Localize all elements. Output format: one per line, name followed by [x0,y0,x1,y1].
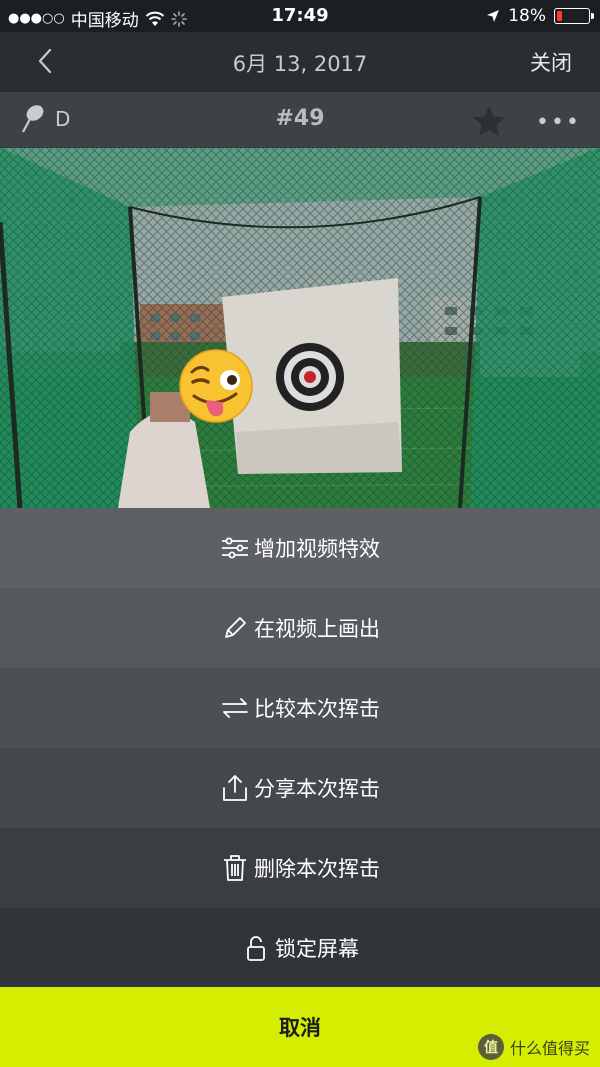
shot-number: #49 [275,106,325,131]
lock-screen-label: 锁定屏幕 [275,937,359,961]
close-button[interactable]: 关闭 [530,47,572,77]
navigation-bar: 6月 13, 2017 关闭 [0,32,600,92]
watermark-badge: 值 [477,1034,504,1060]
add-video-effects-button[interactable]: 增加视频特效 [0,508,600,588]
cancel-label: 取消 [279,1016,321,1040]
delete-swing-label: 删除本次挥击 [254,857,380,881]
pencil-icon [225,617,246,638]
share-swing-label: 分享本次挥击 [254,777,380,801]
compare-swing-button[interactable]: 比较本次挥击 [0,668,600,748]
battery-level [557,11,562,21]
compare-swing-label: 比较本次挥击 [254,697,380,721]
winking-face-emoji-icon [179,349,253,423]
video-info-bar: D #49 ••• [0,92,600,148]
watermark: 值 什么值得买 [477,1034,590,1060]
delete-swing-button[interactable]: 删除本次挥击 [0,828,600,908]
status-bar: ●●●○○ 中国移动 17:49 18% [0,0,600,32]
draw-on-video-button[interactable]: 在视频上画出 [0,588,600,668]
lock-screen-button[interactable]: 锁定屏幕 [0,908,600,988]
unlock-icon [247,936,265,961]
video-frame [0,92,600,508]
swing-video[interactable]: D #49 ••• [0,92,600,508]
battery-percent: 18% [508,6,546,26]
watermark-text: 什么值得买 [509,1039,590,1058]
sliders-icon [222,537,248,559]
more-options-icon[interactable]: ••• [536,110,581,135]
battery-icon [554,8,594,24]
trash-icon [224,855,246,881]
share-icon [223,775,247,801]
location-arrow-icon [487,10,500,22]
star-icon[interactable] [471,104,507,138]
page-title: 6月 13, 2017 [232,52,368,76]
share-swing-button[interactable]: 分享本次挥击 [0,748,600,828]
add-video-effects-label: 增加视频特效 [254,537,380,561]
swap-arrows-icon [222,698,248,718]
draw-on-video-label: 在视频上画出 [254,617,380,641]
